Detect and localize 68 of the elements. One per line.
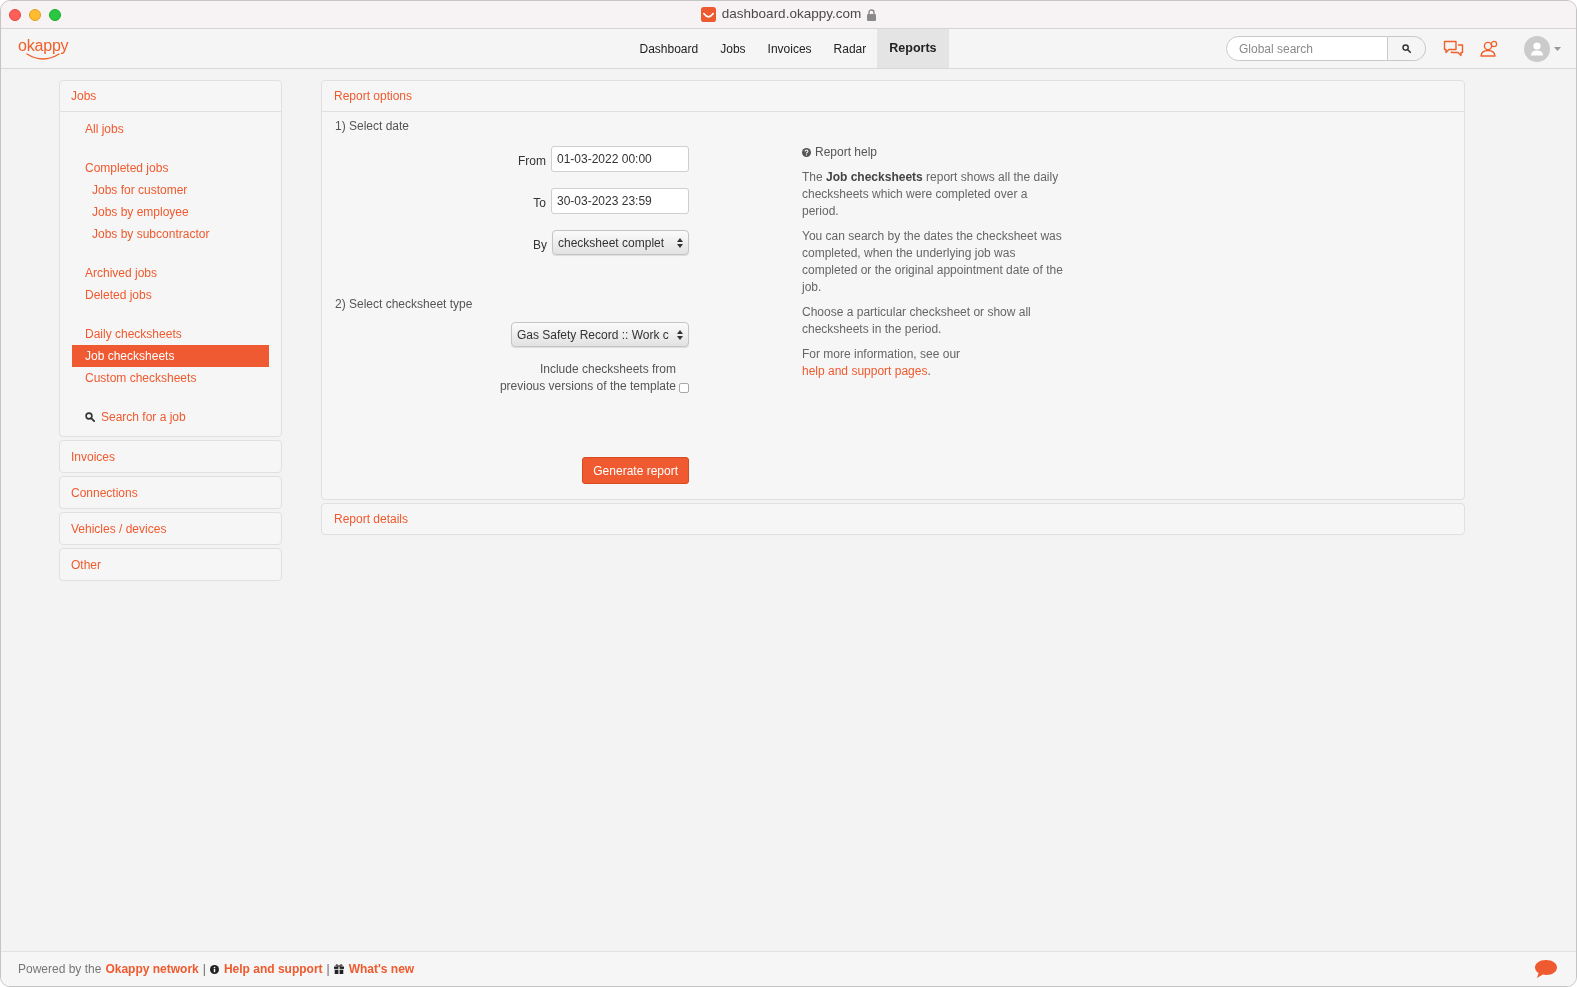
search-icon [85,412,95,422]
sort-arrows-icon [677,237,683,248]
app-tile-icon [700,7,716,22]
field-label: By [533,236,547,254]
footer-link[interactable]: Help and support [223,960,323,978]
sidebar-link[interactable]: Archived jobs [72,262,269,284]
panel-header-link[interactable]: Other [60,549,281,580]
panel-header-link[interactable]: Report details [322,504,1464,534]
panel-header-link[interactable]: Connections [60,477,281,508]
sidebar-link[interactable]: Deleted jobs [72,284,269,306]
nav-tab[interactable]: Invoices [756,29,823,68]
nav-tab[interactable]: Dashboard [628,29,710,68]
footer-separator: | [202,961,206,978]
chat-bubbles-icon[interactable] [1443,40,1464,57]
window-close-icon[interactable] [9,8,21,21]
help-title: Report help [815,144,878,161]
nav-tab[interactable]: Reports [877,29,949,68]
window-minimize-icon[interactable] [29,8,41,21]
window-title: dashboard.okappy.com [721,5,862,24]
sidebar-link[interactable]: All jobs [72,118,269,140]
panel-header-link[interactable]: Report options [322,81,1464,112]
chat-bubble-icon[interactable] [1534,959,1558,979]
help-paragraph: Choose a particular checksheet or show all checksheets in the period. [802,304,1032,338]
step-heading: 1) Select date [335,118,410,135]
checksheet-type-select[interactable]: Gas Safety Record :: Work c [511,322,689,347]
caret-down-icon[interactable] [1554,46,1561,51]
sidebar-link[interactable]: Daily checksheets [72,323,269,345]
sidebar-link[interactable]: Jobs by subcontractor [72,223,269,245]
help-paragraph: The Job checksheets report shows all the daily checksheets which were completed over a period. [802,169,1060,220]
search-icon [1402,44,1411,53]
info-circle-icon [209,964,219,974]
sidebar-link[interactable]: Jobs by employee [72,201,269,223]
panel-header-link[interactable]: Invoices [60,441,281,472]
nav-tab[interactable]: Radar [822,29,878,68]
checkbox-label: Include checksheets from previous versions of the template [498,361,676,395]
field-label: To [533,195,546,212]
panel-header-link[interactable]: Jobs [60,81,281,112]
checkbox[interactable] [679,383,689,393]
footer-link[interactable]: What's new [348,960,415,978]
footer-link[interactable]: Okappy network [105,960,199,978]
field-label: From [518,153,546,170]
help-paragraph: You can search by the dates the checksheet was completed, when the underlying job was completed or the original appointment date of the job. [802,228,1064,296]
date-type-select[interactable]: checksheet complet [552,230,689,255]
panel-header-link[interactable]: Vehicles / devices [60,513,281,544]
footer-separator: | [326,961,330,978]
help-paragraph: For more information, see our help and support pages. [802,346,962,380]
search-button[interactable] [1388,36,1426,61]
sort-arrows-icon [677,329,683,340]
gift-icon [333,964,344,974]
date-field[interactable]: 30-03-2023 23:59 [551,188,689,214]
window-zoom-icon[interactable] [49,8,61,21]
search-link[interactable]: Search for a job [72,406,269,428]
nav-tab[interactable]: Jobs [709,29,757,68]
search-field[interactable]: Global search [1226,36,1388,61]
logo-link[interactable]: okappy [18,37,69,60]
footer-text: Powered by the [18,961,102,978]
sidebar-link[interactable]: Job checksheets [72,345,269,367]
sidebar-link[interactable]: Custom checksheets [72,367,269,389]
step-heading: 2) Select checksheet type [335,296,473,313]
avatar-icon[interactable] [1524,35,1550,62]
sidebar-link[interactable]: Jobs for customer [72,179,269,201]
date-field[interactable]: 01-03-2022 00:00 [551,146,689,172]
person-outline-icon[interactable] [1480,40,1498,57]
generate-report-button[interactable]: Generate report [582,457,689,484]
smile-swoosh-icon [26,52,61,60]
question-circle-icon [802,148,811,157]
sidebar-link[interactable]: Completed jobs [72,157,269,179]
lock-icon [867,8,877,21]
